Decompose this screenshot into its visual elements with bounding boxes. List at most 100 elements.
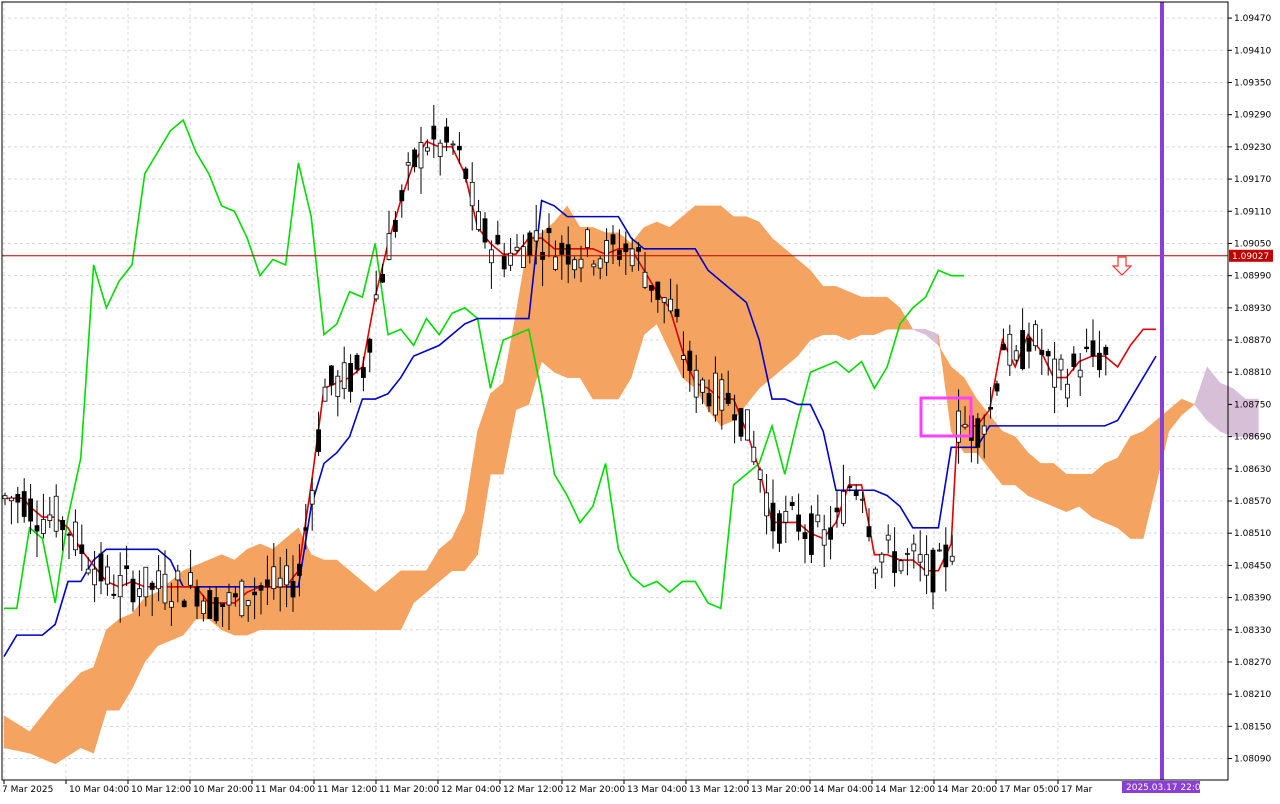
candle-bull — [757, 469, 763, 480]
candle-bear — [482, 218, 488, 243]
candle-bear — [975, 418, 981, 448]
x-tick-label: 13 Mar 04:00 — [627, 785, 687, 795]
candle-bull — [1013, 350, 1019, 361]
candle-bear — [674, 308, 680, 317]
candle-bear — [559, 242, 565, 255]
x-tick-label: 11 Mar 04:00 — [255, 785, 315, 795]
candle-bear — [66, 533, 72, 536]
candle-bull — [585, 229, 590, 249]
candle-bear — [34, 525, 40, 532]
candle-bull — [8, 497, 14, 502]
cloud-bull-segment — [1091, 462, 1106, 523]
candle-bear — [866, 526, 872, 538]
candle-bear — [463, 168, 469, 180]
candle-bull — [405, 162, 411, 166]
candle-bear — [930, 549, 936, 593]
candle-bull — [117, 574, 123, 598]
candle-bear — [130, 578, 136, 603]
candle-bear — [232, 593, 238, 598]
cloud-bull-segment — [874, 296, 888, 336]
candle-bull — [277, 577, 283, 588]
y-tick-label: 1.08510 — [1234, 529, 1271, 539]
candle-bull — [879, 553, 885, 563]
y-tick-label: 1.08570 — [1234, 497, 1271, 507]
cloud-bull-segment — [490, 382, 504, 475]
candle-bear — [1071, 353, 1077, 367]
candle-bull — [668, 298, 673, 312]
candle-bull — [284, 565, 290, 586]
candle-bull — [962, 423, 968, 428]
candle-bull — [162, 573, 168, 604]
candle-bear — [1026, 337, 1032, 352]
candle-bear — [367, 338, 373, 353]
candle-bear — [1020, 330, 1025, 370]
candle-bull — [681, 355, 686, 360]
candle-bull — [783, 510, 789, 523]
current-price-label: 1.09027 — [1232, 252, 1269, 262]
candle-bear — [348, 363, 354, 392]
y-tick-label: 1.09230 — [1234, 143, 1271, 153]
x-tick-label: 10 Mar 04:00 — [69, 785, 129, 795]
candle-bear — [431, 125, 437, 140]
candle-bull — [168, 601, 174, 608]
cloud-bull-segment — [848, 291, 862, 341]
candle-bull — [815, 514, 821, 523]
candle-bull — [341, 362, 347, 390]
candle-bull — [514, 246, 520, 251]
candle-bear — [853, 490, 859, 497]
cloud-bull-segment — [566, 204, 581, 378]
candle-bear — [1090, 340, 1096, 357]
candle-bull — [751, 446, 757, 463]
candle-bear — [181, 600, 187, 608]
candle-bear — [79, 544, 85, 554]
candle-bull — [92, 568, 97, 586]
candle-bull — [2, 495, 8, 500]
candle-bull — [335, 375, 341, 397]
candle-bear — [303, 527, 309, 531]
y-tick-label: 1.09290 — [1234, 111, 1271, 121]
cloud-bull-segment — [1002, 430, 1016, 486]
candle-bull — [73, 521, 78, 551]
candle-bear — [649, 285, 654, 291]
cloud-bull-segment — [554, 205, 568, 378]
y-tick-label: 1.09110 — [1234, 207, 1271, 217]
candle-bull — [917, 554, 923, 563]
candle-bear — [546, 228, 552, 234]
y-tick-label: 1.08750 — [1234, 400, 1271, 410]
candle-bull — [1007, 333, 1013, 366]
candle-bull — [860, 498, 865, 501]
candle-bear — [802, 532, 808, 539]
candle-bull — [437, 142, 443, 157]
candle-bull — [271, 566, 277, 590]
candle-bull — [764, 492, 769, 517]
candle-bull — [597, 258, 603, 269]
candle-bull — [572, 259, 577, 271]
candle-bear — [994, 383, 1000, 392]
cloud-bull-segment — [861, 296, 875, 335]
candle-bull — [53, 495, 59, 532]
candle-bull — [175, 570, 181, 581]
candle-bear — [828, 527, 833, 540]
cloud-bull-segment — [1066, 473, 1080, 513]
y-tick-label: 1.08210 — [1234, 690, 1271, 700]
candle-bull — [873, 568, 878, 574]
candle-bear — [60, 520, 65, 531]
x-tick-label: 14 Mar 04:00 — [813, 785, 873, 795]
y-tick-label: 1.08090 — [1234, 755, 1271, 765]
candle-bull — [713, 372, 718, 416]
cloud-bull-segment — [835, 285, 850, 341]
cloud-bull-segment — [80, 666, 94, 754]
candle-bull — [85, 568, 91, 574]
candle-bull — [309, 490, 315, 505]
candle-bull — [226, 592, 232, 606]
candle-bull — [41, 519, 46, 534]
candle-bull — [476, 211, 482, 230]
ichimoku-chart[interactable]: 1.09027 2025.03.17 22:00 1.09470 1.09410 1.… — [0, 0, 1280, 800]
cloud-bull-segment — [758, 221, 773, 389]
candle-bear — [777, 513, 782, 544]
candle-bull — [533, 230, 539, 242]
candle-bear — [725, 392, 731, 404]
cloud-bull-segment — [310, 554, 325, 631]
candle-bull — [821, 529, 827, 546]
cloud-bull-segment — [733, 216, 747, 422]
